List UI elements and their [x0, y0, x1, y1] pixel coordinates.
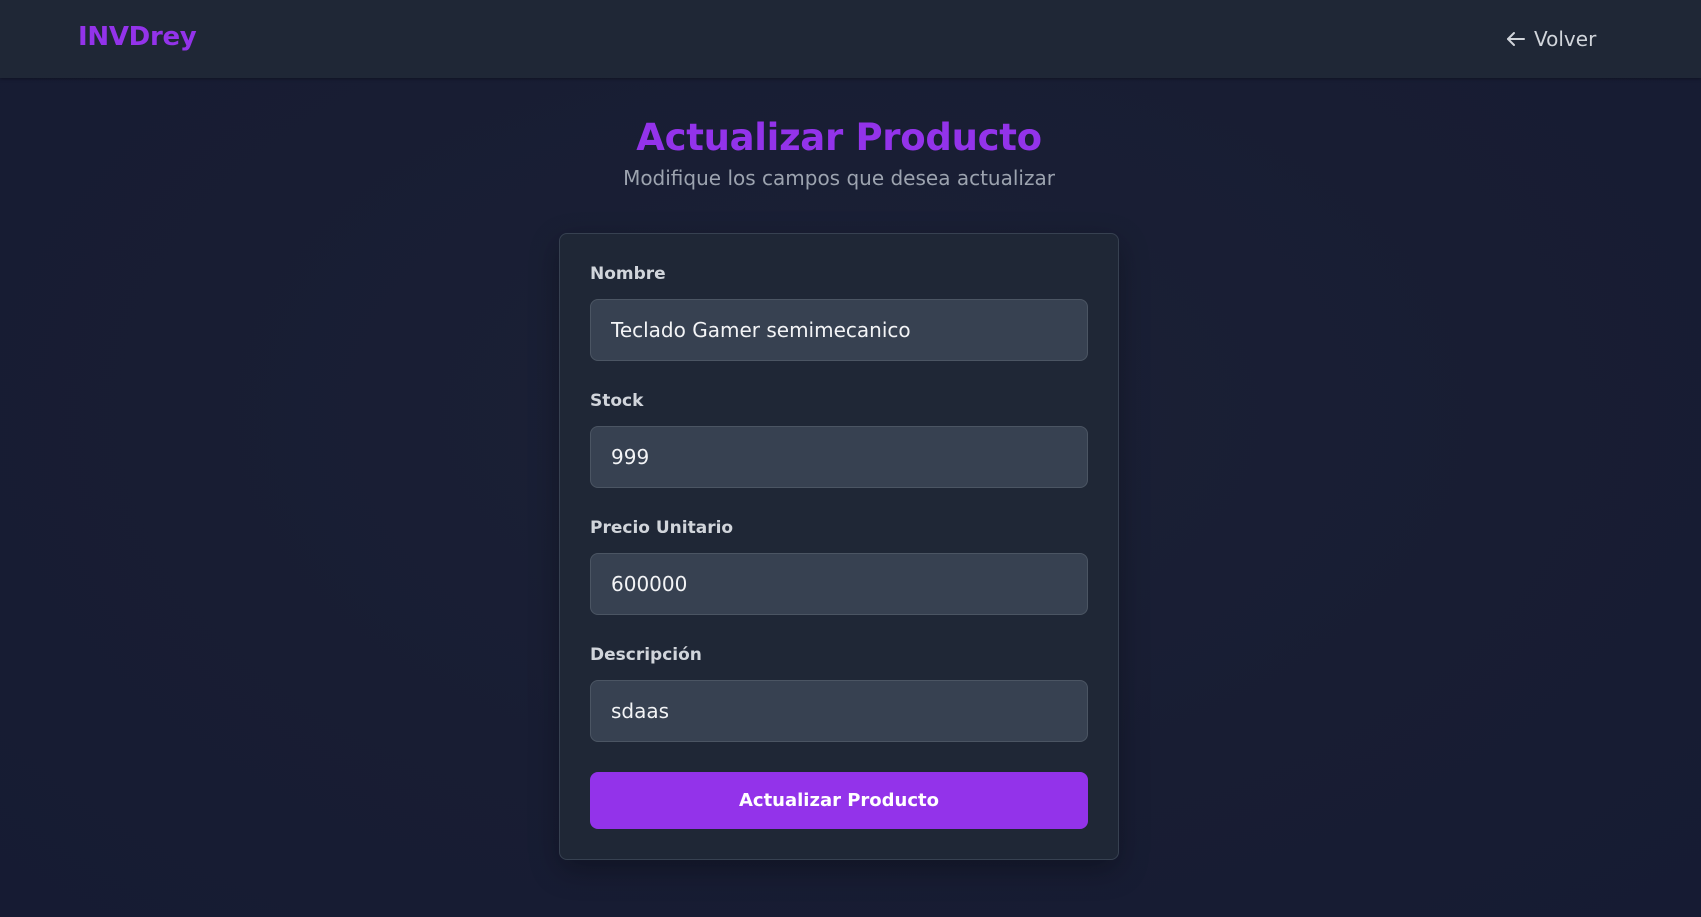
update-product-button[interactable]: Actualizar Producto	[590, 772, 1088, 829]
update-product-form: Nombre Stock Precio Unitario Descripción…	[559, 233, 1119, 860]
navbar: INVDrey Volver	[0, 0, 1701, 78]
descripcion-label: Descripción	[590, 645, 702, 665]
back-link[interactable]: Volver	[1504, 24, 1596, 54]
stock-label: Stock	[590, 391, 644, 411]
nombre-input[interactable]	[590, 299, 1088, 361]
arrow-left-icon	[1504, 27, 1528, 51]
back-link-label: Volver	[1534, 27, 1597, 51]
stock-input[interactable]	[590, 426, 1088, 488]
descripcion-input[interactable]	[590, 680, 1088, 742]
page-subtitle: Modifique los campos que desea actualiza…	[623, 166, 1055, 190]
brand-logo[interactable]: INVDrey	[78, 22, 197, 52]
page-title: Actualizar Producto	[636, 116, 1042, 159]
precio-unitario-input[interactable]	[590, 553, 1088, 615]
nombre-label: Nombre	[590, 264, 666, 284]
precio-unitario-label: Precio Unitario	[590, 518, 734, 538]
